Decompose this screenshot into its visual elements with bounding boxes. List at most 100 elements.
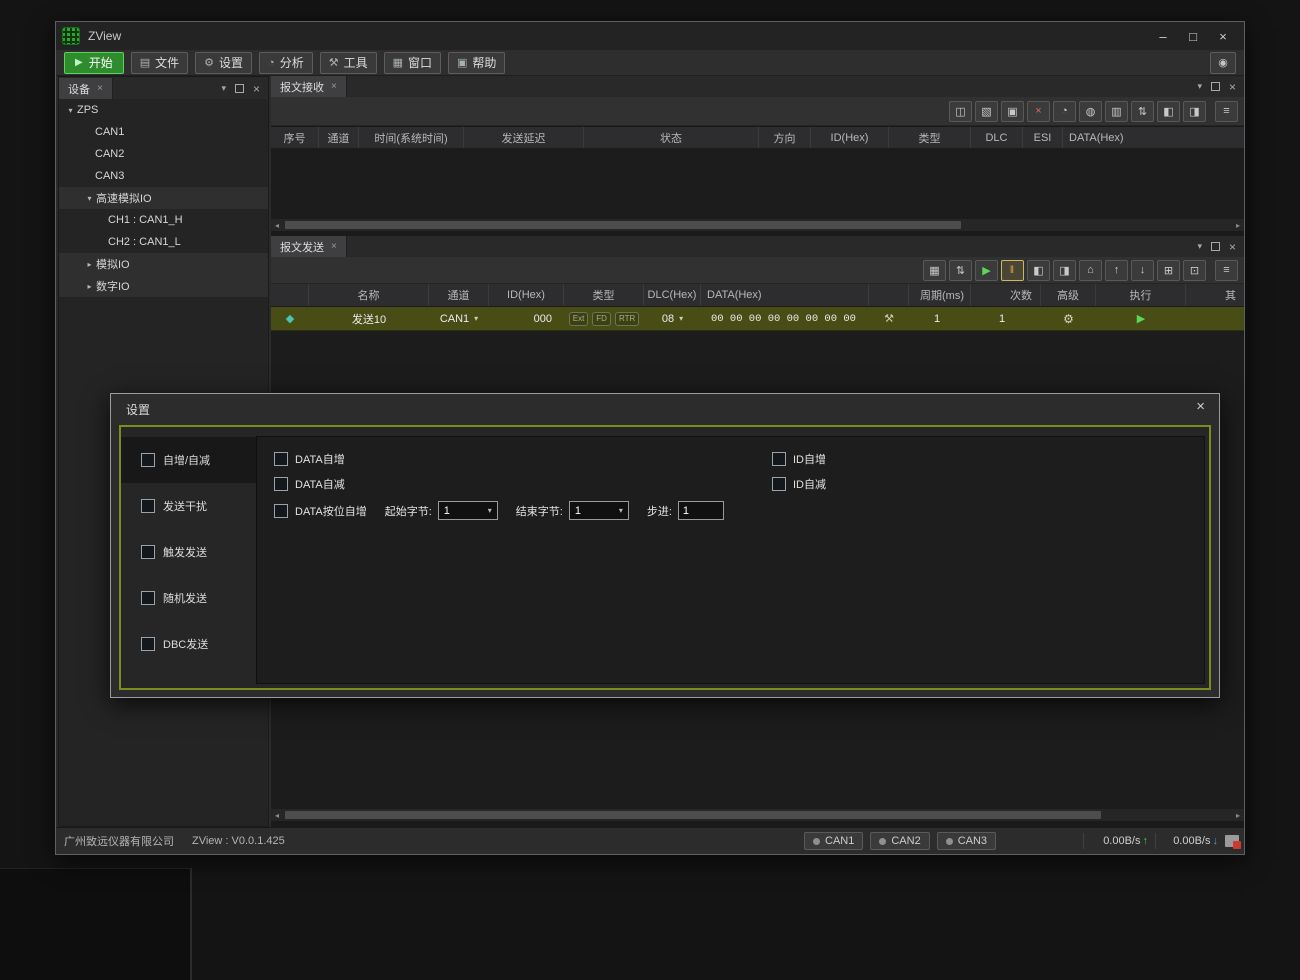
scroll-left-icon[interactable]: ◂ <box>271 809 283 821</box>
col-execute[interactable]: 执行 <box>1096 284 1186 306</box>
col-time[interactable]: 时间(系统时间) <box>359 127 464 148</box>
execute-play-icon[interactable]: ▶ <box>1137 312 1145 325</box>
float-icon[interactable] <box>1211 242 1220 251</box>
home-icon[interactable]: ⌂ <box>1079 260 1102 281</box>
id-display-icon[interactable]: ◍ <box>1079 101 1102 122</box>
expand-icon[interactable]: ▸ <box>83 260 96 269</box>
start-byte-select[interactable]: 1 ▾ <box>438 501 498 520</box>
badge-rtr[interactable]: RTR <box>615 312 639 326</box>
start-all-icon[interactable]: ▶ <box>975 260 998 281</box>
move-down-icon[interactable]: ↓ <box>1131 260 1154 281</box>
scroll-left-icon[interactable]: ◂ <box>271 219 283 231</box>
dialog-tab-dbc-send[interactable]: DBC发送 <box>121 621 256 667</box>
col-seq[interactable]: 序号 <box>271 127 319 148</box>
menu-settings[interactable]: ⚙ 设置 <box>195 52 252 74</box>
tree-item-can2[interactable]: CAN2 <box>59 143 268 165</box>
option-data-bitwise-increment[interactable]: DATA按位自增 <box>274 503 367 519</box>
float-window-icon[interactable]: ◧ <box>1157 101 1180 122</box>
checkbox[interactable] <box>141 545 155 559</box>
option-data-increment[interactable]: DATA自增 <box>274 451 345 467</box>
dock-icon[interactable]: ⊡ <box>1183 260 1206 281</box>
dock-window-icon[interactable]: ◨ <box>1183 101 1206 122</box>
send-hscrollbar[interactable]: ◂ ▸ <box>271 809 1244 821</box>
option-id-decrement[interactable]: ID自减 <box>772 476 826 492</box>
tab-message-receive[interactable]: 报文接收 × <box>271 76 347 97</box>
option-id-increment[interactable]: ID自增 <box>772 451 826 467</box>
col-type[interactable]: 类型 <box>889 127 971 148</box>
columns-icon[interactable]: ▥ <box>1105 101 1128 122</box>
timer-icon[interactable]: ◔ <box>1053 101 1076 122</box>
start-button[interactable]: ▶ 开始 <box>64 52 124 74</box>
menu-analysis[interactable]: ◔ 分析 <box>259 52 313 74</box>
edit-icon[interactable]: ▣ <box>1001 101 1024 122</box>
menu-help[interactable]: ▣ 帮助 <box>448 52 505 74</box>
close-icon[interactable]: × <box>253 84 260 94</box>
col-period[interactable]: 周期(ms) <box>909 284 971 306</box>
col-dlc[interactable]: DLC(Hex) <box>644 284 701 306</box>
col-id[interactable]: ID(Hex) <box>811 127 889 148</box>
menu-icon[interactable]: ≡ <box>1215 260 1238 281</box>
channel-indicator-can1[interactable]: CAN1 <box>804 832 863 850</box>
checkbox[interactable] <box>141 591 155 605</box>
wrench-icon[interactable]: ⚒ <box>884 312 894 325</box>
close-icon[interactable]: × <box>331 241 337 252</box>
badge-fd[interactable]: FD <box>592 312 611 326</box>
end-byte-select[interactable]: 1 ▾ <box>569 501 629 520</box>
expand-icon[interactable]: ▾ <box>64 106 77 115</box>
tree-item-highspeed-analog-io[interactable]: ▾ 高速模拟IO <box>59 187 268 209</box>
col-data[interactable]: DATA(Hex) <box>1063 127 1244 148</box>
float-icon[interactable] <box>1211 82 1220 91</box>
tree-item-analog-io[interactable]: ▸ 模拟IO <box>59 253 268 275</box>
move-up-icon[interactable]: ↑ <box>1105 260 1128 281</box>
channel-select[interactable]: CAN1 ▾ <box>429 307 489 330</box>
close-icon[interactable]: × <box>331 81 337 92</box>
col-name[interactable]: 名称 <box>309 284 429 306</box>
col-other[interactable]: 其 <box>1186 284 1244 306</box>
clear-icon[interactable]: × <box>1027 101 1050 122</box>
frame-id-field[interactable]: 000 <box>489 307 564 330</box>
scroll-right-icon[interactable]: ▸ <box>1232 219 1244 231</box>
col-channel[interactable]: 通道 <box>429 284 489 306</box>
period-field[interactable]: 1 <box>909 307 971 330</box>
dialog-tab-interference[interactable]: 发送干扰 <box>121 483 256 529</box>
grid-icon[interactable]: ▦ <box>923 260 946 281</box>
menu-icon[interactable]: ≡ <box>1215 101 1238 122</box>
col-channel[interactable]: 通道 <box>319 127 359 148</box>
frame-data-field[interactable]: 00 00 00 00 00 00 00 00 <box>701 307 869 330</box>
maximize-button[interactable]: □ <box>1178 25 1208 47</box>
col-esi[interactable]: ESI <box>1023 127 1063 148</box>
scroll-thumb[interactable] <box>285 221 961 229</box>
col-count[interactable]: 次数 <box>971 284 1041 306</box>
scroll-icon[interactable]: ⇅ <box>1131 101 1154 122</box>
tree-item-ch1[interactable]: CH1 : CAN1_H <box>59 209 268 231</box>
receive-table-body[interactable] <box>271 149 1244 219</box>
scroll-right-icon[interactable]: ▸ <box>1232 809 1244 821</box>
step-left-icon[interactable]: ◧ <box>1027 260 1050 281</box>
receive-hscrollbar[interactable]: ◂ ▸ <box>271 219 1244 231</box>
advanced-gear-icon[interactable]: ⚙ <box>1063 312 1074 326</box>
add-icon[interactable]: ⊞ <box>1157 260 1180 281</box>
expand-icon[interactable]: ▾ <box>83 194 96 203</box>
menu-tools[interactable]: ⚒ 工具 <box>320 52 377 74</box>
tree-item-digital-io[interactable]: ▸ 数字IO <box>59 275 268 297</box>
tree-item-can3[interactable]: CAN3 <box>59 165 268 187</box>
checkbox[interactable] <box>772 452 786 466</box>
col-status[interactable]: 状态 <box>584 127 759 148</box>
panel-menu-icon[interactable]: ▾ <box>221 83 226 94</box>
dialog-tab-random-send[interactable]: 随机发送 <box>121 575 256 621</box>
panel-menu-icon[interactable]: ▾ <box>1197 81 1202 92</box>
close-icon[interactable]: × <box>1229 242 1236 252</box>
checkbox[interactable] <box>141 499 155 513</box>
dialog-tab-trigger-send[interactable]: 触发发送 <box>121 529 256 575</box>
col-dlc[interactable]: DLC <box>971 127 1023 148</box>
scroll-thumb[interactable] <box>285 811 1101 819</box>
dlc-select[interactable]: 08 ▾ <box>644 307 701 330</box>
col-data[interactable]: DATA(Hex) <box>701 284 869 306</box>
close-icon[interactable]: × <box>97 83 103 94</box>
checkbox[interactable] <box>274 477 288 491</box>
menu-file[interactable]: ▤ 文件 <box>131 52 188 74</box>
checkbox[interactable] <box>141 453 155 467</box>
checkbox[interactable] <box>274 504 288 518</box>
tab-device[interactable]: 设备 × <box>59 78 113 99</box>
checkbox[interactable] <box>274 452 288 466</box>
